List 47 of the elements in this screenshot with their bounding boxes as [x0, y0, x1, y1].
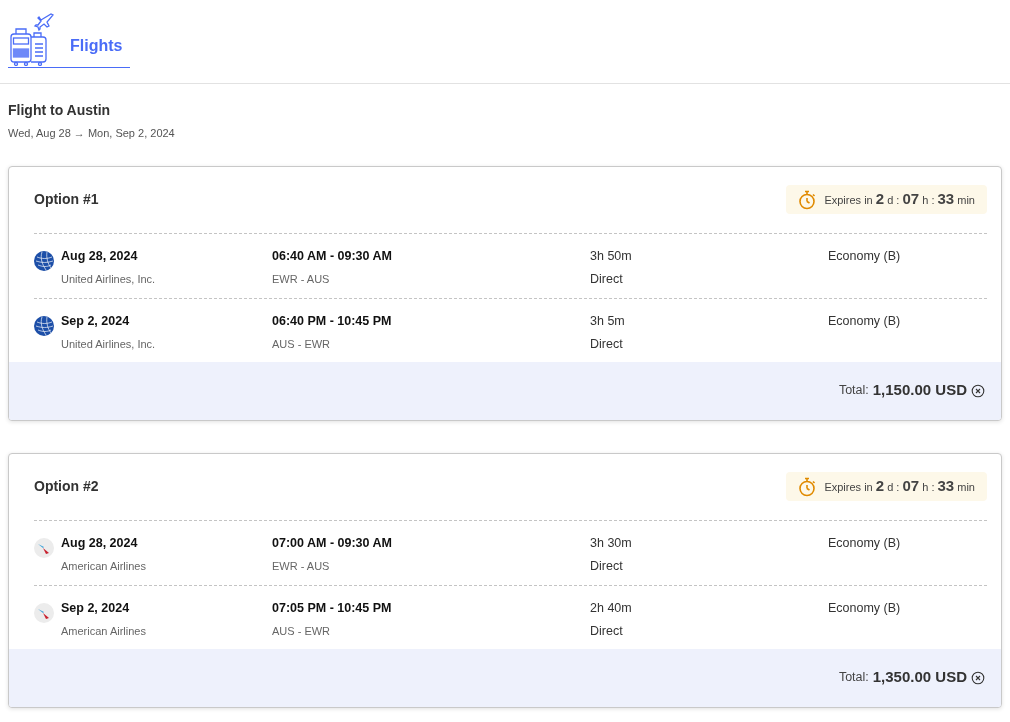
cabin-class: Economy (B): [828, 534, 902, 552]
route: EWR - AUS: [272, 272, 331, 288]
flight-time: 07:05 PM - 10:45 PM: [272, 599, 393, 617]
flight-time: 06:40 PM - 10:45 PM: [272, 312, 393, 330]
option-title: Option #2: [34, 477, 99, 496]
stopwatch-icon: [798, 476, 817, 497]
cabin-class: Economy (B): [828, 599, 902, 617]
airline-name: United Airlines, Inc.: [61, 337, 157, 353]
flight-time: 07:00 AM - 09:30 AM: [272, 534, 393, 552]
flight-time: 06:40 AM - 09:30 AM: [272, 247, 393, 265]
app-title[interactable]: Flights: [70, 34, 131, 66]
stops: Direct: [590, 623, 624, 641]
globe-logo-icon: [34, 315, 54, 336]
expiry-text: Expires in 2 d : 07 h : 33 min: [824, 189, 975, 210]
globe-logo-icon: [34, 250, 54, 271]
duration: 3h 5m: [590, 312, 626, 330]
total-price: 1,350.00 USD: [872, 667, 967, 688]
total-label: Total:: [838, 382, 869, 400]
stopwatch-icon: [798, 189, 817, 210]
route: AUS - EWR: [272, 624, 332, 640]
flight-date: Aug 28, 2024: [61, 534, 139, 552]
flight-date: Sep 2, 2024: [61, 312, 131, 330]
airline-name: American Airlines: [61, 624, 147, 640]
trip-dates: Wed, Aug 28 → Mon, Sep 2, 2024: [8, 126, 176, 141]
duration: 2h 40m: [590, 599, 633, 617]
airline-name: United Airlines, Inc.: [61, 272, 157, 288]
stops: Direct: [590, 558, 624, 576]
total-label: Total:: [838, 669, 869, 687]
route: EWR - AUS: [272, 559, 331, 575]
route: AUS - EWR: [272, 337, 332, 353]
tail-logo-icon: [34, 602, 54, 623]
tail-logo-icon: [34, 537, 54, 558]
flight-date: Aug 28, 2024: [61, 247, 139, 265]
stops: Direct: [590, 336, 624, 354]
clear-icon[interactable]: [971, 383, 985, 398]
duration: 3h 30m: [590, 534, 633, 552]
cabin-class: Economy (B): [828, 247, 902, 265]
flight-date: Sep 2, 2024: [61, 599, 131, 617]
cabin-class: Economy (B): [828, 312, 902, 330]
clear-icon[interactable]: [971, 670, 985, 685]
expiry-text: Expires in 2 d : 07 h : 33 min: [824, 476, 975, 497]
option-title: Option #1: [34, 190, 99, 209]
total-price: 1,150.00 USD: [872, 380, 967, 401]
stops: Direct: [590, 271, 624, 289]
duration: 3h 50m: [590, 247, 633, 265]
trip-title: Flight to Austin: [8, 101, 112, 120]
airline-name: American Airlines: [61, 559, 147, 575]
